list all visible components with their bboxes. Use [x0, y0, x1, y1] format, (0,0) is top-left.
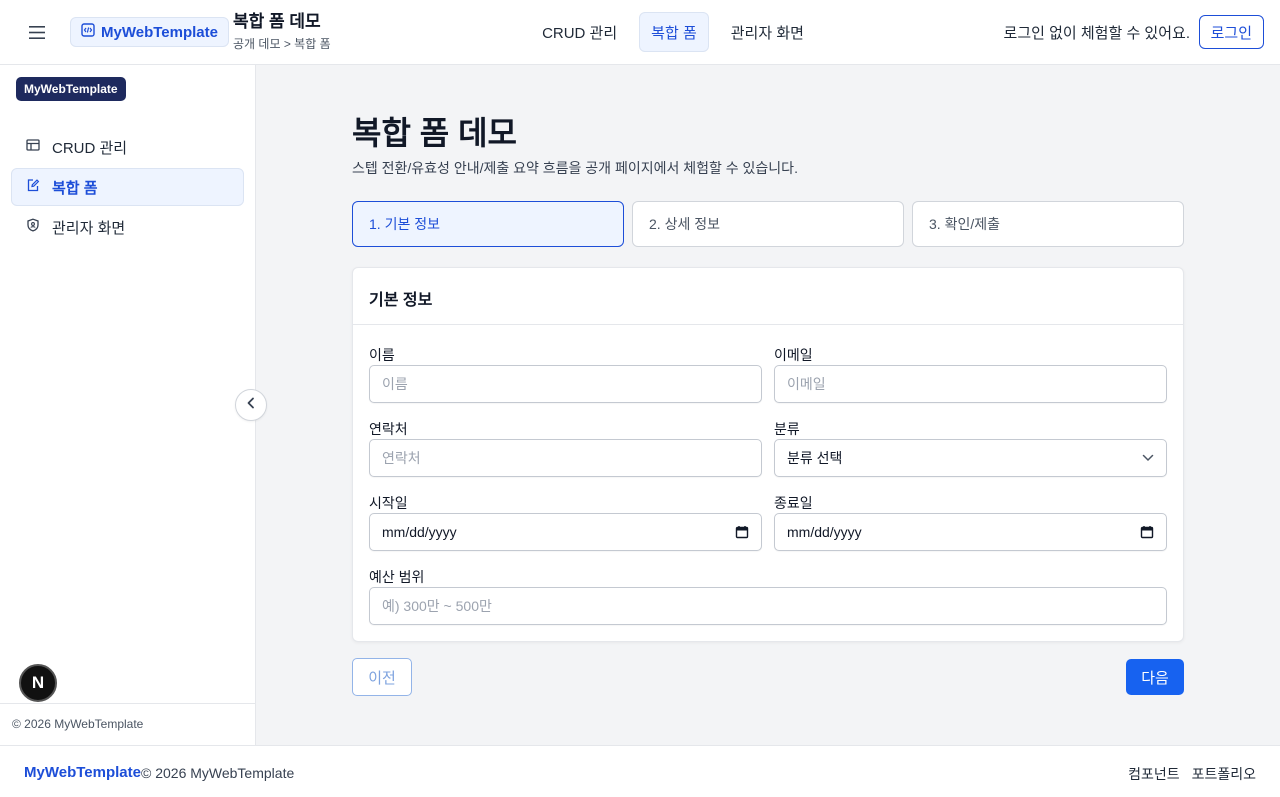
phone-label: 연락처 [369, 421, 408, 437]
sidebar-collapse-button[interactable] [235, 389, 267, 421]
name-label: 이름 [369, 347, 395, 363]
calendar-icon[interactable] [735, 525, 749, 539]
end-date-input[interactable]: mm/dd/yyyy [774, 513, 1167, 551]
start-date-label: 시작일 [369, 495, 408, 511]
login-hint: 로그인 없이 체험할 수 있어요. [1003, 25, 1190, 42]
footer-brand-link[interactable]: MyWebTemplate [24, 764, 141, 781]
sidebar-item-admin[interactable]: 관리자 화면 [11, 208, 244, 246]
phone-input[interactable]: 연락처 [369, 439, 762, 477]
table-icon [26, 138, 40, 156]
brand-link[interactable]: MyWebTemplate [70, 17, 229, 47]
calendar-icon[interactable] [1140, 525, 1154, 539]
chevron-down-icon [1142, 454, 1154, 462]
card-title: 기본 정보 [353, 268, 1183, 325]
footer-copyright: © 2026 MyWebTemplate [141, 765, 295, 781]
page-footer: MyWebTemplate © 2026 MyWebTemplate 컴포넌트 … [0, 745, 1280, 797]
code-icon [81, 23, 95, 41]
chevron-left-icon [246, 396, 256, 414]
end-date-label: 종료일 [774, 495, 813, 511]
nav-crud[interactable]: CRUD 관리 [530, 12, 629, 52]
step-basic-info[interactable]: 1. 기본 정보 [352, 201, 624, 247]
breadcrumb: 공개 데모 > 복합 폼 [233, 37, 331, 51]
budget-label: 예산 범위 [369, 569, 425, 585]
footer-links: 컴포넌트 포트폴리오 [1128, 764, 1256, 784]
next-button[interactable]: 다음 [1126, 659, 1184, 695]
budget-input[interactable]: 예) 300만 ~ 500만 [369, 587, 1167, 625]
page-title: 복합 폼 데모 [352, 115, 517, 151]
nav-admin[interactable]: 관리자 화면 [719, 12, 816, 52]
start-date-value: mm/dd/yyyy [382, 524, 457, 540]
end-date-value: mm/dd/yyyy [787, 524, 862, 540]
email-label: 이메일 [774, 347, 813, 363]
sidebar-item-label: 관리자 화면 [52, 219, 126, 237]
footer-link-portfolio[interactable]: 포트폴리오 [1192, 764, 1256, 784]
page-description: 스텝 전환/유효성 안내/제출 요약 흐름을 공개 페이지에서 체험할 수 있습… [352, 160, 798, 176]
start-date-input[interactable]: mm/dd/yyyy [369, 513, 762, 551]
top-header: MyWebTemplate 복합 폼 데모 공개 데모 > 복합 폼 CRUD … [0, 0, 1280, 65]
sidebar-item-label: 복합 폼 [52, 179, 98, 197]
step-confirm-submit[interactable]: 3. 확인/제출 [912, 201, 1184, 247]
menu-icon[interactable] [24, 20, 50, 44]
sidebar: MyWebTemplate CRUD 관리 복합 폼 관리자 화면 © 2026… [0, 65, 256, 745]
category-select[interactable]: 분류 선택 [774, 439, 1167, 477]
prev-button[interactable]: 이전 [352, 658, 412, 696]
login-button[interactable]: 로그인 [1198, 15, 1264, 49]
header-page-title: 복합 폼 데모 [233, 12, 321, 31]
footer-link-components[interactable]: 컴포넌트 [1128, 764, 1180, 784]
name-input[interactable]: 이름 [369, 365, 762, 403]
category-label: 분류 [774, 421, 800, 437]
nav-complex-form[interactable]: 복합 폼 [639, 12, 709, 52]
page-heading: 복합 폼 데모 공개 데모 > 복합 폼 [233, 12, 331, 52]
brand-name: MyWebTemplate [101, 23, 218, 41]
category-select-value: 분류 선택 [787, 450, 843, 466]
sidebar-item-label: CRUD 관리 [52, 139, 128, 157]
sidebar-item-crud[interactable]: CRUD 관리 [11, 128, 244, 166]
edit-form-icon [26, 178, 40, 196]
email-input[interactable]: 이메일 [774, 365, 1167, 403]
step-detail-info[interactable]: 2. 상세 정보 [632, 201, 904, 247]
sidebar-brand-badge: MyWebTemplate [16, 77, 126, 101]
dev-tools-badge[interactable]: N [19, 664, 57, 702]
shield-user-icon [26, 218, 40, 236]
sidebar-footer: © 2026 MyWebTemplate [0, 703, 255, 745]
form-card: 기본 정보 이름 이름 이메일 이메일 연락처 연락처 분류 분류 선택 시작일… [352, 267, 1184, 642]
sidebar-item-complex-form[interactable]: 복합 폼 [11, 168, 244, 206]
